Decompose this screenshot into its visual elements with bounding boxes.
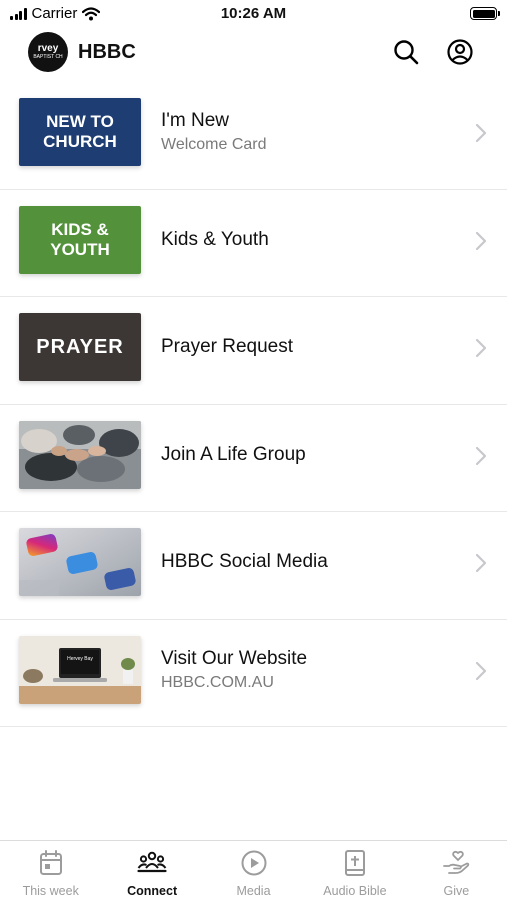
status-bar: Carrier 10:26 AM	[0, 0, 507, 28]
search-icon[interactable]	[392, 38, 420, 66]
item-title: Join A Life Group	[161, 443, 306, 465]
list-item-im-new[interactable]: NEW TO CHURCH I'm New Welcome Card	[0, 82, 507, 190]
tab-label: Audio Bible	[323, 884, 387, 898]
item-title: Kids & Youth	[161, 228, 269, 250]
thumb-line1: NEW TO	[46, 112, 114, 131]
app-title: HBBC	[78, 41, 136, 63]
status-time: 10:26 AM	[220, 5, 287, 22]
tab-label: This week	[22, 884, 79, 898]
people-icon	[137, 851, 167, 873]
tab-media[interactable]: Media	[203, 841, 304, 900]
tab-label: Media	[236, 884, 271, 898]
logo-text: rvey	[37, 43, 59, 54]
thumb-prayer-bg: PRAYER	[19, 313, 141, 381]
play-icon	[241, 850, 267, 876]
church-logo[interactable]: rvey BAPTIST CH	[28, 32, 68, 72]
calendar-icon	[39, 850, 62, 875]
website-photo: Hervey Bay	[19, 635, 141, 704]
thumb-line1: KIDS &	[51, 219, 109, 239]
laptop-screen-text: Hervey Bay	[67, 656, 93, 662]
bible-icon	[344, 850, 365, 876]
thumb-new-bg: NEW TO CHURCH	[19, 98, 141, 166]
thumb-kids-bg: KIDS & YOUTH	[19, 205, 141, 274]
logo-subtext: BAPTIST CH	[33, 54, 63, 60]
chevron-right-icon	[475, 231, 487, 250]
item-subtitle: HBBC.COM.AU	[161, 673, 274, 691]
tab-bar: This week Connect Media Audio Bible Give	[0, 840, 507, 900]
item-title: I'm New	[161, 110, 230, 131]
list-item-life-group[interactable]: Join A Life Group	[0, 405, 507, 512]
tab-label: Connect	[127, 884, 178, 898]
connect-list: NEW TO CHURCH I'm New Welcome Card KIDS …	[0, 82, 507, 727]
item-title: Visit Our Website	[161, 647, 308, 669]
chevron-right-icon	[475, 446, 487, 465]
new-to-church-thumbnail: NEW TO CHURCH	[19, 98, 141, 166]
life-group-photo	[19, 420, 141, 489]
tab-audio-bible[interactable]: Audio Bible	[304, 841, 405, 900]
chevron-right-icon	[475, 338, 487, 358]
tab-label: Give	[443, 884, 470, 898]
list-item-kids-youth[interactable]: KIDS & YOUTH Kids & Youth	[0, 190, 507, 297]
item-title: HBBC Social Media	[161, 551, 328, 572]
chevron-right-icon	[475, 661, 487, 680]
app-header: rvey BAPTIST CH HBBC	[0, 30, 507, 76]
tab-this-week[interactable]: This week	[0, 841, 101, 900]
give-icon	[443, 851, 470, 874]
prayer-thumbnail: PRAYER	[19, 313, 141, 381]
battery-icon	[470, 7, 500, 20]
list-item-website[interactable]: Hervey Bay Visit Our Website HBBC.COM.AU	[0, 620, 507, 727]
item-subtitle: Welcome Card	[161, 136, 267, 153]
list-item-prayer-request[interactable]: PRAYER Prayer Request	[0, 297, 507, 405]
item-title: Prayer Request	[161, 336, 294, 357]
tab-give[interactable]: Give	[406, 841, 507, 900]
social-media-photo	[19, 528, 141, 596]
thumb-line2: YOUTH	[50, 239, 110, 259]
list-item-social-media[interactable]: HBBC Social Media	[0, 512, 507, 620]
profile-icon[interactable]	[446, 38, 474, 66]
thumb-line2: CHURCH	[43, 132, 117, 151]
tab-connect[interactable]: Connect	[101, 841, 202, 900]
kids-youth-thumbnail: KIDS & YOUTH	[19, 205, 141, 274]
chevron-right-icon	[475, 553, 487, 573]
thumb-line1: PRAYER	[36, 336, 124, 358]
chevron-right-icon	[475, 123, 487, 143]
